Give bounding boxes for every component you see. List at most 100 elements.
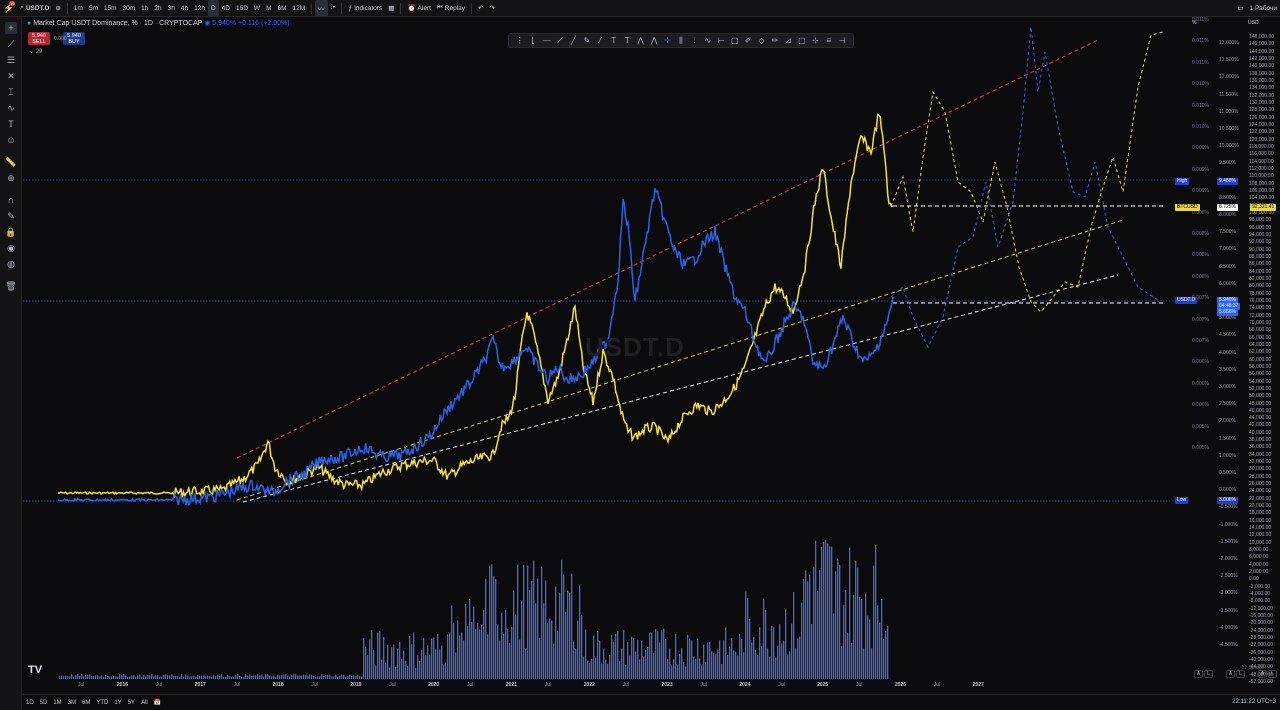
log-scale-button-3[interactable]: L [1268,670,1277,678]
trend-line-icon[interactable]: ⟋ [5,38,17,50]
bars-pattern-icon[interactable]: ⫼ [676,36,686,46]
text-tool-icon[interactable]: T [5,118,17,130]
drag-handle-icon[interactable]: ⋮ [515,36,525,45]
range-5y[interactable]: 5Y [125,700,138,706]
replay-button[interactable]: ⏮ Replay [434,0,468,16]
volume-bar [685,666,687,679]
workspace-button[interactable]: 1 Рабочи [1247,0,1280,16]
timeframe-4d[interactable]: 4D [219,0,233,16]
timeframe-12h[interactable]: 12h [191,0,208,16]
range-all[interactable]: All [138,700,151,706]
text-icon[interactable]: T [609,36,619,45]
timeframe-15m[interactable]: 15m [101,0,120,16]
cross-icon[interactable]: ✛ [663,36,673,45]
chart-type-icon[interactable]: ⫶▾ [328,0,339,16]
price-scale[interactable]: USD % 148,000.00 146,000.00 144,000.00 142,… [1175,17,1280,693]
rectangle-icon[interactable]: ▢ [797,36,807,45]
projection-icon[interactable]: ⌶ [5,86,17,98]
templates-icon[interactable]: ▦ [385,0,397,16]
timeframe-1h[interactable]: 1h [138,0,151,16]
highlighter-icon[interactable]: ✏ [770,36,780,45]
timeframe-m[interactable]: M [263,0,274,16]
indicator-collapse[interactable]: ⌄ 29 [29,48,42,55]
line-tool-icon[interactable]: ╱ [568,36,578,45]
range-3m[interactable]: 3M [65,700,79,706]
auto-scale-button-3[interactable]: A [1258,670,1267,678]
emoji-icon[interactable]: ☺ [5,134,17,146]
brush-icon[interactable]: ∿ [5,102,17,114]
timeframe-3h[interactable]: 3h [165,0,178,16]
lock-icon[interactable]: 🔒 [5,226,17,238]
visibility-dot-icon[interactable]: ◉ [204,20,210,27]
callout-icon[interactable]: ▢ [730,36,740,45]
path-icon[interactable]: ⟋ [555,36,565,46]
volume-bar [681,648,683,679]
arrow-icon[interactable]: ⊹ [810,36,820,45]
currency-selector[interactable]: USD [1248,20,1259,26]
range-6m[interactable]: 6M [79,700,93,706]
clock[interactable]: 22:11:22 UTC+3 [1232,699,1276,705]
range-1m[interactable]: 1M [50,700,64,706]
auto-scale-button-2[interactable]: A [1226,670,1235,678]
timeframe-6m[interactable]: 6M [274,0,289,16]
pattern-icon[interactable]: ✕ [5,70,17,82]
timeframe-1m[interactable]: 1m [71,0,86,16]
timeframe-15d[interactable]: 15D [233,0,251,16]
hline-icon[interactable]: — [542,36,552,45]
auto-scale-button[interactable]: A [1194,670,1203,678]
tradingview-logo[interactable]: TV [28,664,42,676]
wave-icon[interactable]: ∿ [703,36,713,45]
pen-icon[interactable]: ⁄ [595,36,605,45]
timeframe-w[interactable]: W [251,0,263,16]
fib-icon[interactable]: ☰ [5,54,17,66]
log-scale-button-2[interactable]: L [1236,670,1245,678]
alert-button[interactable]: ⏰ Alert [404,0,433,16]
volume-bar [423,637,425,679]
ray-icon[interactable]: ⌊ [528,36,538,45]
zoom-icon[interactable]: ⊕ [5,172,17,184]
ruler-icon[interactable]: 📏 [5,156,17,168]
magnet-icon[interactable]: ∩ [5,194,17,206]
xabcd-icon[interactable]: ⋀ [636,36,646,45]
range-ytd[interactable]: YTD [93,700,111,706]
trash-icon[interactable]: 🗑 [5,280,17,292]
marker-icon[interactable]: ◇ [757,36,767,45]
text-box-icon[interactable]: T [622,36,632,45]
elliott-icon[interactable]: ⋀ [649,36,659,45]
symbol-search[interactable]: ⌕ USDT.D [17,0,52,16]
timeframe-d[interactable]: D [207,0,219,16]
long-position-icon[interactable]: ⊿ [783,36,793,45]
measure-icon[interactable]: ≡ [824,36,834,45]
range-1y[interactable]: 1Y [111,700,124,706]
line-chart-icon[interactable]: 〰 [315,0,328,16]
crosshair-icon[interactable]: + [5,22,17,34]
eye-icon[interactable]: ◉ [5,242,17,254]
logo-icon[interactable]: ⚡ 19 [0,0,17,16]
pencil-icon[interactable]: ✎ [582,36,592,45]
range-1d[interactable]: 1D [23,700,37,706]
log-scale-button[interactable]: L [1204,670,1213,678]
timeframe-5m[interactable]: 5m [86,0,101,16]
indicators-button[interactable]: ƒ Indicators [345,0,385,16]
sell-button[interactable]: 5.940 SELL [28,32,50,45]
timeframe-30m[interactable]: 30m [120,0,139,16]
indicator-count: 29 [35,49,43,55]
time-axis[interactable]: Jul 2016 Jul 2017 Jul 2018 Jul 2019 Jul 2020 Jul 20… [23,681,1190,691]
globe-icon[interactable]: ◍ [5,258,17,270]
volume-bar [207,675,209,679]
ghost-feed-icon[interactable]: ⫶ [689,36,699,46]
add-symbol-icon[interactable]: ⊕ [52,0,63,16]
timeframe-12m[interactable]: 12M [290,0,309,16]
projection-tool-icon[interactable]: ⊢ [716,36,726,45]
undo-icon[interactable]: ↶ [475,0,486,16]
timeframe-2h[interactable]: 2h [151,0,164,16]
brush-tool-icon[interactable]: ✐ [743,36,753,45]
stay-drawing-icon[interactable]: ✎ [5,210,17,222]
range-5d[interactable]: 5D [37,700,51,706]
volume-bar [223,676,225,679]
timeframe-4h[interactable]: 4h [178,0,191,16]
date-range-icon[interactable]: ⊣ [837,36,847,45]
redo-icon[interactable]: ↷ [486,0,497,16]
layout-icon[interactable]: ▭ [1234,0,1246,16]
calendar-icon[interactable]: 📅 [151,699,164,706]
